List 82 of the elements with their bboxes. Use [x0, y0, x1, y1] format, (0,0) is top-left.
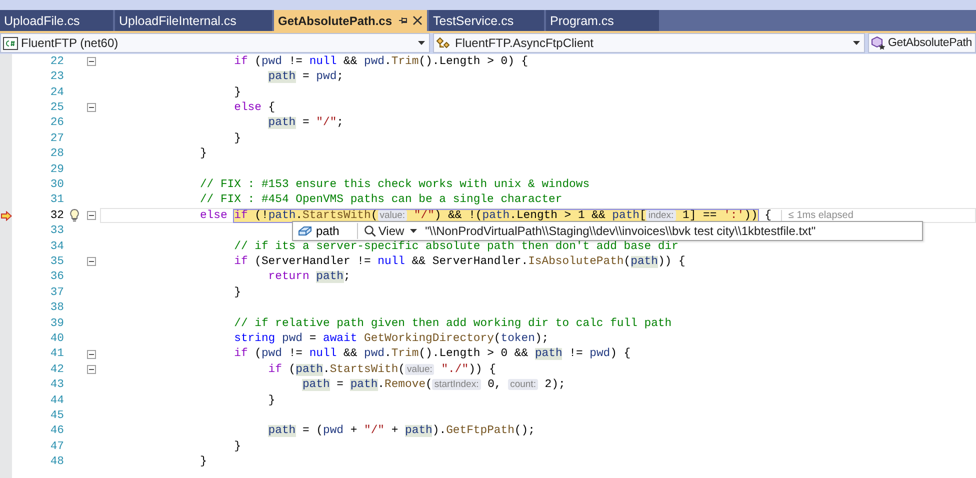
- line-number: 43: [49, 379, 64, 392]
- code-line: if (ServerHandler != null && ServerHandler.IsAbsolutePath(path)) {: [234, 256, 686, 268]
- code-line: path = (pwd + "/" + path).GetFtpPath();: [268, 425, 535, 438]
- project-name: FluentFTP (net60): [21, 36, 118, 50]
- line-number: 32: [49, 210, 64, 222]
- code-line: // if its a server-specific absolute path then don't add base dir: [234, 240, 678, 253]
- line-number: 30: [49, 178, 64, 191]
- class-icon: [436, 36, 452, 50]
- line-number: 25: [49, 102, 64, 114]
- collapse-icon[interactable]: [87, 211, 96, 220]
- close-icon[interactable]: [413, 16, 422, 25]
- line-number: 23: [49, 71, 64, 84]
- caret-icon: [853, 41, 860, 45]
- collapse-icon[interactable]: [87, 257, 96, 266]
- collapse-icon[interactable]: [87, 365, 96, 374]
- line-number: 40: [49, 333, 64, 346]
- field-icon: [298, 225, 312, 238]
- line-number: 44: [49, 394, 64, 407]
- pin-icon[interactable]: [399, 16, 408, 25]
- type-dropdown[interactable]: FluentFTP.AsyncFtpClient: [433, 33, 865, 53]
- member-name: GetAbsolutePath: [888, 37, 972, 49]
- file-tab[interactable]: GetAbsolutePath.cs: [274, 10, 427, 31]
- code-line: }: [234, 440, 241, 453]
- line-number: 34: [49, 240, 64, 253]
- line-number: 36: [49, 271, 64, 284]
- code-line: path = pwd;: [268, 71, 344, 84]
- line-number: 22: [49, 56, 64, 68]
- lightbulb-icon[interactable]: [70, 209, 78, 222]
- line-number: 42: [49, 364, 64, 376]
- execution-arrow-icon: [0, 210, 12, 221]
- code-line: if (pwd != null && pwd.Trim().Length > 0 && path != pwd) {: [234, 348, 631, 360]
- file-tab[interactable]: UploadFileInternal.cs: [115, 10, 272, 31]
- code-line: // if relative path given then add working dir to calc full path: [234, 318, 672, 330]
- caret-icon: [418, 41, 425, 45]
- view-button[interactable]: View: [362, 224, 406, 238]
- line-number: 48: [49, 456, 64, 468]
- line-number: 37: [49, 286, 64, 299]
- file-tab[interactable]: TestService.cs: [429, 10, 544, 31]
- code-line: }: [200, 456, 207, 468]
- file-tab[interactable]: Program.cs: [546, 10, 659, 31]
- variable-value: "\\NonProdVirtualPath\\Staging\\dev\\invoices\\bvk test city\\1kbtestfile.txt": [425, 224, 816, 238]
- csharp-project-icon: [3, 36, 18, 50]
- collapse-icon[interactable]: [87, 350, 96, 359]
- code-line: else if (!path.StartsWith( value: "/") && !(path.Length > 1 && path[ index: 1] == ':')) {: [200, 210, 772, 222]
- project-dropdown[interactable]: FluentFTP (net60): [0, 33, 430, 53]
- line-number: 31: [49, 194, 64, 206]
- code-line: }: [234, 132, 241, 145]
- line-number: 29: [49, 164, 64, 176]
- line-number: 45: [49, 410, 64, 422]
- file-tab[interactable]: UploadFile.cs: [0, 10, 113, 31]
- member-dropdown[interactable]: GetAbsolutePath: [868, 33, 976, 53]
- line-number: 39: [49, 318, 64, 330]
- caret-icon: [410, 229, 418, 234]
- line-number: 38: [49, 302, 64, 314]
- search-icon: [364, 225, 376, 238]
- code-line: path = path.Remove( startIndex: 0, count: 2);: [302, 379, 566, 392]
- code-line: }: [234, 286, 241, 299]
- code-line: string pwd = await GetWorkingDirectory(token);: [234, 333, 549, 346]
- code-line: else {: [234, 102, 276, 114]
- line-number: 41: [49, 348, 64, 360]
- type-name: FluentFTP.AsyncFtpClient: [455, 36, 594, 50]
- line-number: 24: [49, 86, 64, 99]
- code-line: if (path.StartsWith( value: "./")) {: [268, 364, 496, 376]
- code-line: }: [268, 394, 276, 407]
- code-line: }: [234, 86, 241, 99]
- line-number: 28: [49, 148, 64, 160]
- line-number: 27: [49, 132, 64, 145]
- code-line: if (pwd != null && pwd.Trim().Length > 0) {: [234, 56, 528, 68]
- code-line: // FIX : #454 OpenVMS paths can be a single character: [200, 194, 562, 206]
- line-number: 46: [49, 425, 64, 438]
- code-line: // FIX : #153 ensure this check works with unix & windows: [200, 178, 590, 191]
- code-line: path = "/";: [268, 117, 344, 130]
- collapse-icon[interactable]: [87, 103, 96, 112]
- method-icon: [871, 36, 886, 50]
- line-number: 26: [49, 117, 64, 130]
- line-number: 35: [49, 256, 64, 268]
- line-number: 47: [49, 440, 64, 453]
- line-number: 33: [49, 225, 64, 238]
- collapse-icon[interactable]: [87, 57, 96, 66]
- code-line: return path;: [268, 271, 350, 284]
- code-line: }: [200, 148, 207, 160]
- variable-name: path: [316, 224, 340, 238]
